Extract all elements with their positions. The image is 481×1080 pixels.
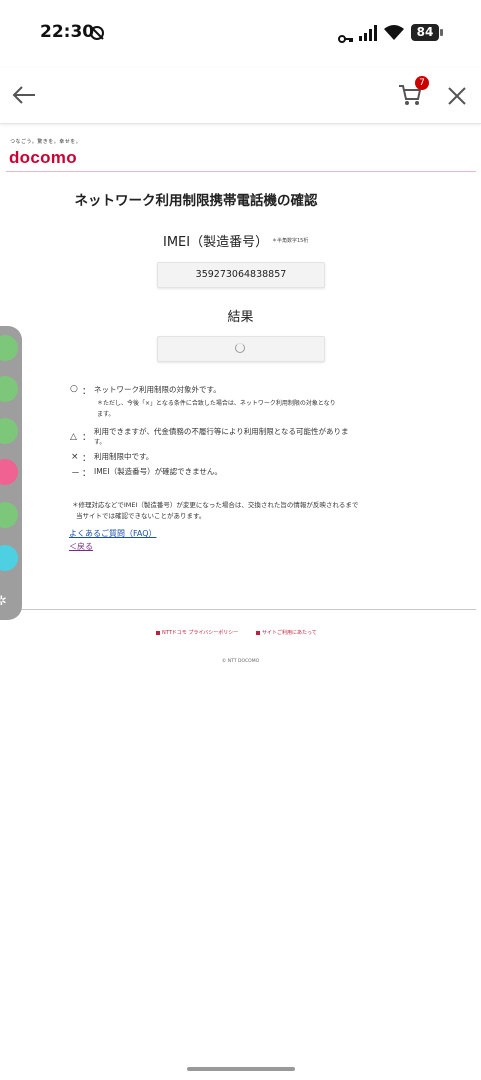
legend-text-dash: IMEI（製造番号）が確認できません。	[94, 467, 222, 476]
home-indicator[interactable]	[187, 1067, 295, 1071]
about-site-link[interactable]: サイトご利用にあたって	[262, 629, 317, 636]
vpn-key-icon	[338, 29, 354, 48]
imei-note: ＊半角数字15桁	[272, 238, 309, 244]
wifi-icon	[384, 24, 404, 44]
imei-field[interactable]: 359273064838857	[157, 262, 325, 288]
legend-sep: ：	[82, 387, 92, 397]
legend-circle-note-1: ＊ただし、今後「×」となる条件に合致した場合は、ネットワーク利用制限の対象となり	[97, 400, 336, 407]
legend-symbol-cross: ×	[71, 452, 79, 462]
footer-divider	[16, 609, 476, 610]
settings-gear-icon[interactable]: ✲	[0, 594, 7, 609]
imei-label: IMEI（製造番号）	[163, 235, 269, 250]
imei-value: 359273064838857	[195, 269, 287, 280]
legend-symbol-dash: －	[71, 469, 81, 479]
privacy-policy-link[interactable]: NTTドコモ プライバシーポリシー	[162, 629, 238, 636]
battery-tip	[440, 29, 443, 36]
footer-bullet	[256, 631, 260, 635]
legend-text-triangle-cont: す。	[94, 439, 106, 446]
note-line-2: 当サイトでは確認できないことがあります。	[76, 512, 206, 520]
legend-text-cross: 利用制限中です。	[94, 452, 154, 461]
legend-sep: ：	[82, 469, 92, 479]
back-arrow-icon[interactable]	[12, 85, 36, 109]
status-time: 22:30	[40, 22, 95, 42]
footer-bullet	[156, 631, 160, 635]
copyright: © NTT DOCOMO	[221, 659, 260, 664]
legend-text-circle: ネットワーク利用制限の対象外です。	[94, 385, 221, 394]
back-link[interactable]: ＜戻る	[69, 541, 93, 552]
faq-link[interactable]: よくあるご質問（FAQ）	[69, 528, 157, 539]
legend-sep: ：	[82, 433, 92, 443]
legend-circle-note-2: ます。	[97, 411, 115, 418]
brand-tagline: つなごう。驚きを。幸せを。	[10, 139, 82, 145]
legend-sep: ：	[82, 454, 92, 464]
loading-spinner-icon	[235, 343, 245, 353]
result-label: 結果	[227, 310, 254, 325]
legend-symbol-triangle: △	[70, 432, 77, 442]
cart-count-badge: 7	[415, 76, 429, 90]
docomo-logo[interactable]: docomo	[9, 148, 77, 168]
legend-text-triangle: 利用できますが、代金債務の不履行等により利用制限となる可能性がありま	[94, 427, 349, 436]
header-divider	[6, 171, 476, 172]
close-icon[interactable]	[448, 87, 466, 109]
note-line-1: ＊修理対応などでIMEI（製造番号）が変更になった場合は、交換された旨の情報が反…	[72, 501, 359, 509]
page-title: ネットワーク利用制限携帯電話機の確認	[74, 193, 318, 209]
sync-icon	[88, 24, 106, 46]
signal-icon	[358, 25, 378, 45]
legend-symbol-circle: ○	[70, 384, 78, 394]
battery-icon: 84	[411, 24, 439, 41]
